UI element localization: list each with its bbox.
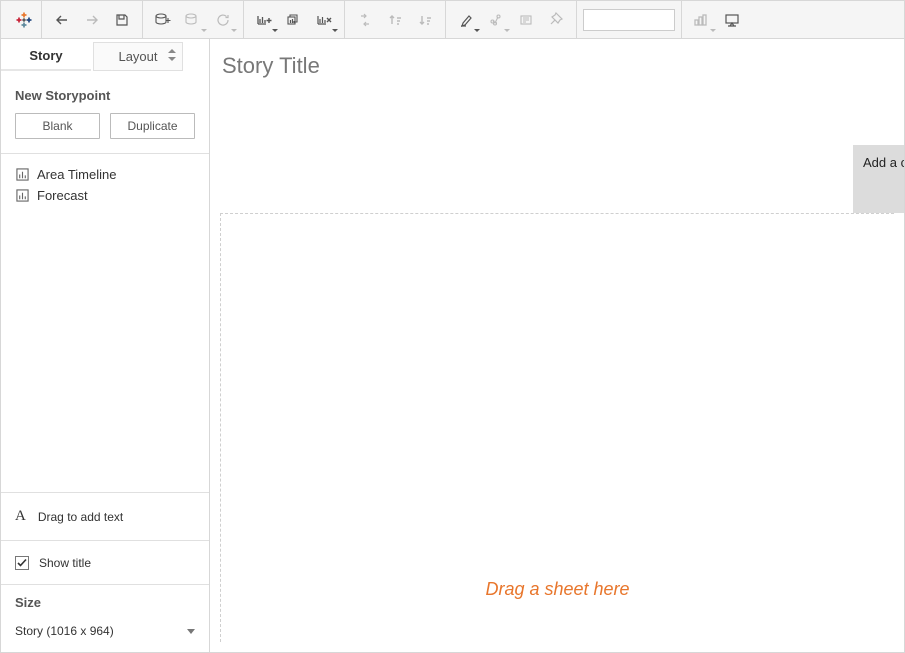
sidebar-tabs: Story Layout [1, 39, 209, 74]
show-title-label: Show title [39, 556, 91, 570]
tableau-logo-icon [13, 9, 35, 31]
save-button[interactable] [108, 6, 136, 34]
sheet-item-area-timeline[interactable]: Area Timeline [15, 164, 195, 185]
sheet-label: Forecast [37, 188, 88, 203]
swap-button[interactable] [351, 6, 379, 34]
story-canvas: Story Title Add a caption Drag a sheet h… [210, 39, 904, 652]
drop-hint: Drag a sheet here [485, 579, 629, 600]
highlight-button[interactable] [452, 6, 480, 34]
show-title-row: Show title [1, 540, 209, 584]
sheet-drop-zone[interactable]: Drag a sheet here [220, 213, 894, 642]
size-dropdown[interactable]: Story (1016 x 964) [15, 624, 195, 644]
toolbar-search-input[interactable] [583, 9, 675, 31]
new-datasource-button[interactable] [149, 6, 177, 34]
pause-updates-button[interactable] [179, 6, 207, 34]
tab-layout[interactable]: Layout [93, 42, 183, 71]
pin-button[interactable] [542, 6, 570, 34]
show-me-button[interactable] [688, 6, 716, 34]
back-button[interactable] [48, 6, 76, 34]
refresh-button[interactable] [209, 6, 237, 34]
size-heading: Size [15, 595, 195, 610]
duplicate-sheet-button[interactable] [280, 6, 308, 34]
size-value: Story (1016 x 964) [15, 624, 114, 638]
sheet-label: Area Timeline [37, 167, 116, 182]
sort-desc-button[interactable] [411, 6, 439, 34]
sort-asc-button[interactable] [381, 6, 409, 34]
drag-text-label: Drag to add text [38, 510, 123, 524]
app-root: Story Layout New Storypoint Blank Duplic… [0, 0, 905, 653]
presentation-button[interactable] [718, 6, 746, 34]
drag-text-item[interactable]: A Drag to add text [1, 492, 209, 540]
show-labels-button[interactable] [512, 6, 540, 34]
story-sidebar: Story Layout New Storypoint Blank Duplic… [1, 39, 210, 652]
blank-storypoint-button[interactable]: Blank [15, 113, 100, 139]
app-body: Story Layout New Storypoint Blank Duplic… [1, 39, 904, 652]
duplicate-storypoint-button[interactable]: Duplicate [110, 113, 195, 139]
main-toolbar [1, 1, 904, 39]
forward-button[interactable] [78, 6, 106, 34]
show-title-checkbox[interactable] [15, 556, 29, 570]
sheet-list: Area Timeline Forecast [1, 154, 209, 492]
group-button[interactable] [482, 6, 510, 34]
worksheet-icon [15, 168, 29, 182]
caption-box[interactable]: Add a caption [853, 145, 904, 213]
tab-layout-label: Layout [118, 49, 157, 64]
new-storypoint-heading: New Storypoint [1, 74, 209, 113]
sheet-item-forecast[interactable]: Forecast [15, 185, 195, 206]
tab-story[interactable]: Story [1, 42, 91, 71]
chevron-down-icon [187, 629, 195, 634]
size-section: Size Story (1016 x 964) [1, 584, 209, 652]
story-title[interactable]: Story Title [220, 51, 894, 95]
new-worksheet-button[interactable] [250, 6, 278, 34]
updown-icon [168, 49, 176, 64]
clear-sheet-button[interactable] [310, 6, 338, 34]
worksheet-icon [15, 189, 29, 203]
text-icon: A [15, 508, 26, 525]
